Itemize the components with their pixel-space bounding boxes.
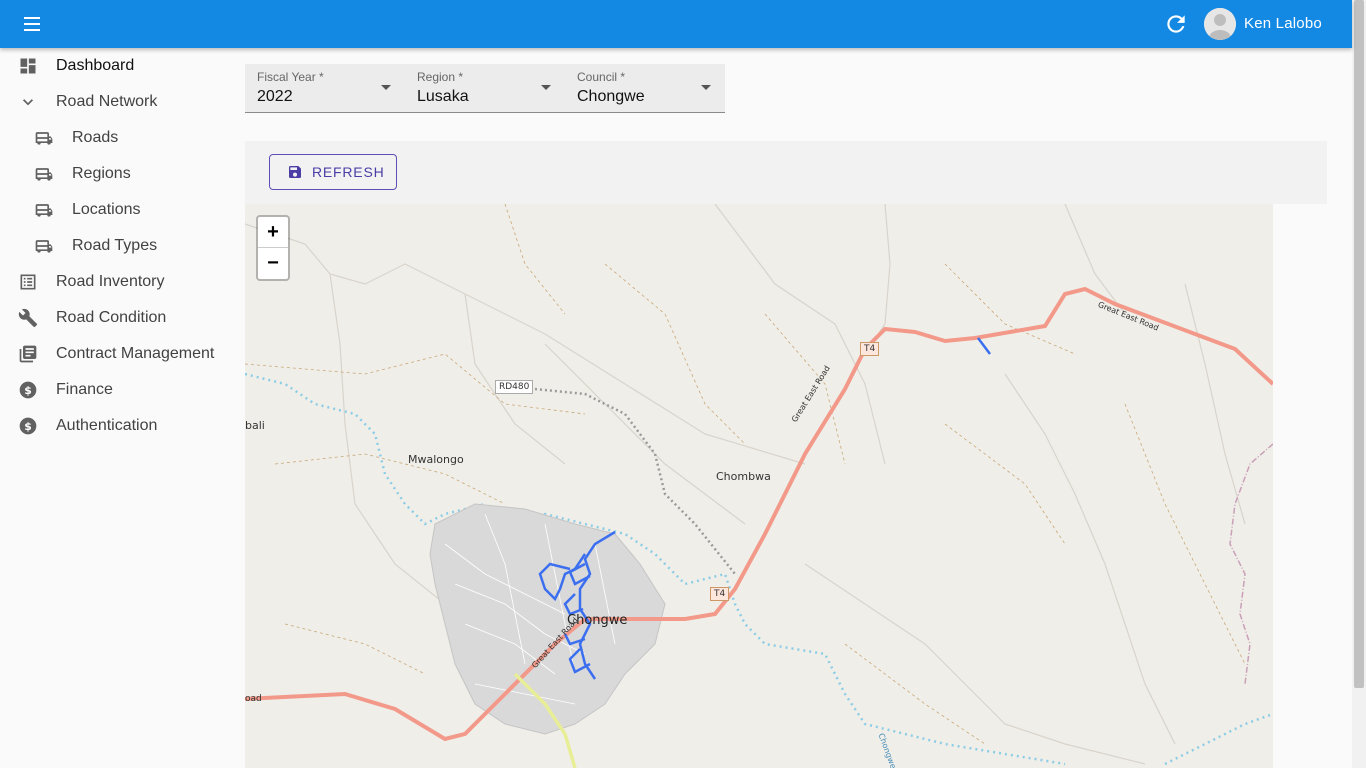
- sidebar-item-label: Contract Management: [56, 345, 215, 362]
- sidebar-item-label: Authentication: [56, 417, 158, 434]
- council-label: Council *: [577, 70, 626, 84]
- avatar[interactable]: [1204, 8, 1236, 40]
- refresh-icon[interactable]: [1163, 11, 1189, 37]
- save-icon: [289, 166, 301, 178]
- fiscal-year-select[interactable]: Fiscal Year * 2022: [245, 64, 405, 112]
- sidebar-item-label: Finance: [56, 381, 113, 398]
- sidebar-item-label: Locations: [72, 201, 141, 218]
- region-select[interactable]: Region * Lusaka: [405, 64, 565, 112]
- page-scrollbar[interactable]: [1352, 0, 1366, 768]
- shield-rd480: RD480: [495, 380, 534, 394]
- sidebar-item-label: Road Condition: [56, 309, 167, 326]
- filter-bar: Fiscal Year * 2022 Region * Lusaka Counc…: [245, 64, 725, 113]
- dollar-icon: $: [19, 381, 37, 399]
- dropdown-arrow-icon: [381, 85, 391, 90]
- bus-icon: [35, 168, 53, 181]
- zoom-out-button[interactable]: −: [258, 248, 288, 278]
- sidebar-item-road-network[interactable]: Road Network: [0, 84, 235, 120]
- wrench-icon: [18, 308, 38, 328]
- list-icon: [20, 274, 36, 290]
- zoom-control: + −: [256, 215, 290, 281]
- library-icon: [19, 345, 37, 363]
- sidebar-item-label: Road Network: [56, 93, 158, 110]
- sidebar-item-road-types[interactable]: Road Types: [0, 228, 235, 264]
- zoom-in-button[interactable]: +: [258, 217, 288, 248]
- scrollbar-thumb[interactable]: [1354, 0, 1364, 688]
- action-panel: REFRESH: [245, 141, 1327, 204]
- bus-icon: [35, 240, 53, 253]
- fiscal-year-value: 2022: [257, 88, 293, 105]
- svg-text:$: $: [24, 420, 32, 433]
- svg-text:$: $: [24, 384, 32, 397]
- sidebar-item-authentication[interactable]: $ Authentication: [0, 408, 235, 444]
- map-canvas[interactable]: [245, 204, 1273, 768]
- shield-t4-north: T4: [860, 342, 880, 356]
- app-bar: Ken Lalobo: [0, 0, 1352, 48]
- sidebar-item-label: Road Types: [72, 237, 158, 254]
- dropdown-arrow-icon: [541, 85, 551, 90]
- sidebar-item-dashboard[interactable]: Dashboard: [0, 48, 235, 84]
- region-value: Lusaka: [417, 88, 469, 105]
- user-name[interactable]: Ken Lalobo: [1244, 15, 1322, 32]
- sidebar-item-regions[interactable]: Regions: [0, 156, 235, 192]
- dollar-icon: $: [19, 417, 37, 435]
- menu-icon[interactable]: [22, 14, 48, 34]
- dropdown-arrow-icon: [701, 85, 711, 90]
- map[interactable]: + − Mwalongo Chombwa Chongwe bali oad T4…: [245, 204, 1273, 768]
- sidebar-item-road-inventory[interactable]: Road Inventory: [0, 264, 235, 300]
- sidebar-item-label: Dashboard: [56, 57, 135, 74]
- bus-icon: [35, 204, 53, 217]
- sidebar-item-contract-management[interactable]: Contract Management: [0, 336, 235, 372]
- road-label-oad: oad: [245, 694, 262, 704]
- refresh-button[interactable]: REFRESH: [269, 154, 397, 190]
- sidebar-item-label: Roads: [72, 129, 119, 146]
- refresh-button-label: REFRESH: [312, 164, 385, 180]
- place-label-bali: bali: [245, 419, 265, 432]
- sidebar-item-locations[interactable]: Locations: [0, 192, 235, 228]
- place-label-mwalongo: Mwalongo: [408, 453, 464, 466]
- shield-t4-south: T4: [710, 587, 730, 601]
- council-value: Chongwe: [577, 88, 645, 105]
- region-label: Region *: [417, 70, 464, 84]
- dashboard-icon: [20, 58, 36, 74]
- chevron-down-icon: [23, 99, 33, 106]
- place-label-chombwa: Chombwa: [716, 470, 771, 483]
- sidebar-item-label: Road Inventory: [56, 273, 165, 290]
- sidebar: Dashboard Road Network Roads Regions Loc…: [0, 48, 235, 768]
- bus-icon: [35, 132, 53, 145]
- sidebar-item-finance[interactable]: $ Finance: [0, 372, 235, 408]
- fiscal-year-label: Fiscal Year *: [257, 70, 324, 84]
- sidebar-item-road-condition[interactable]: Road Condition: [0, 300, 235, 336]
- sidebar-item-label: Regions: [72, 165, 131, 182]
- council-select[interactable]: Council * Chongwe: [565, 64, 725, 112]
- sidebar-item-roads[interactable]: Roads: [0, 120, 235, 156]
